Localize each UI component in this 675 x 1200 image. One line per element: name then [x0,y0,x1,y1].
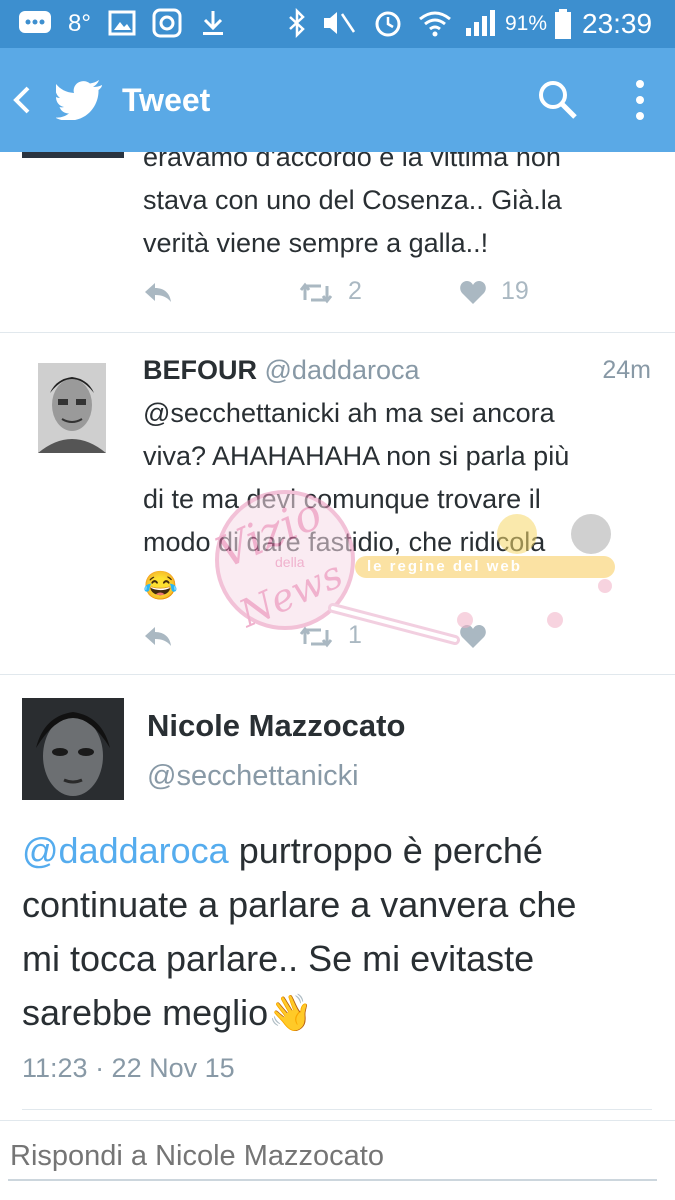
tweet-timestamp: 11:23 · 22 Nov 15 [22,1053,235,1083]
like-icon[interactable] [459,280,487,313]
signal-icon [464,8,496,47]
clock: 23:39 [582,8,653,39]
tweet-time: 24m [602,356,651,384]
tweet-line: viva? AHAHAHAHA non si parla più [143,441,570,471]
bluetooth-icon [286,7,308,47]
tweet-line: di te ma devi comunque trovare il [143,484,541,514]
avatar [22,152,124,158]
user-handle[interactable]: @secchettanicki [147,756,359,796]
user-name[interactable]: BEFOUR [143,355,257,385]
like-count: 19 [501,277,529,305]
tweet-line: continuate a parlare a vanvera che [22,884,577,925]
tweet-text: sarebbe meglio [22,992,269,1033]
reply-bar [0,1120,675,1200]
avatar[interactable] [22,698,124,800]
tweet-line: sarebbe meglio👋 [22,986,662,1040]
more-vertical-icon[interactable] [630,78,650,127]
chevron-left-icon[interactable] [10,82,34,123]
retweet-count: 1 [348,621,362,649]
tweet-body: @secchettanicki ah ma sei ancora viva? A… [143,392,653,607]
alarm-icon [372,8,404,47]
tweet-text: purtroppo è perché [228,830,543,871]
like-icon[interactable] [459,624,487,657]
divider [0,674,675,675]
chat-notification-icon [18,8,52,47]
retweet-icon[interactable] [299,624,333,657]
tweet-line: @secchettanicki ah ma sei ancora [143,398,555,428]
tweet-line: mi tocca parlare.. Se mi evitaste [22,938,535,979]
retweet-icon[interactable] [299,280,333,313]
reply-icon[interactable] [143,280,173,313]
battery-percent: 91% [505,12,548,35]
twitter-bird-icon [55,80,104,125]
app-bar: Tweet [0,48,675,152]
tweet-body: eravamo d'accordo e la vittima non stava… [143,152,653,265]
tweet-line: @daddaroca purtroppo è perché [22,824,662,878]
download-icon [200,8,226,47]
tweet-line: modo di dare fastidio, che ridicola [143,527,546,557]
divider [22,1109,652,1110]
search-icon[interactable] [536,78,580,127]
user-name[interactable]: Nicole Mazzocato [147,706,405,746]
retweet-count: 2 [348,277,362,305]
mute-icon [320,8,356,47]
tweet-header: BEFOUR @daddaroca [143,350,420,390]
mention-link[interactable]: @daddaroca [22,830,229,871]
reply-icon[interactable] [143,624,173,657]
tweet-line: stava con uno del Cosenza.. Già.la [143,185,562,215]
notification-count: 8° [68,10,91,37]
tweet-thread: eravamo d'accordo e la vittima non stava… [0,152,675,1200]
emoji-waving-hand: 👋 [268,992,313,1033]
battery-icon [554,8,572,49]
reply-input[interactable] [8,1133,657,1181]
image-icon [108,8,136,47]
user-handle[interactable]: @daddaroca [265,355,420,385]
tweet-line: eravamo d'accordo e la vittima non [143,152,561,172]
emoji-laughing: 😂 [143,570,178,601]
wifi-icon [418,8,452,47]
divider [0,332,675,333]
avatar [38,363,106,453]
page-title: Tweet [122,82,211,118]
instagram-icon [152,8,182,47]
status-bar: 8° 91% 23:39 [0,0,675,48]
tweet-line: verità viene sempre a galla..! [143,228,489,258]
tweet-body: @daddaroca purtroppo è perché continuate… [22,824,662,1040]
